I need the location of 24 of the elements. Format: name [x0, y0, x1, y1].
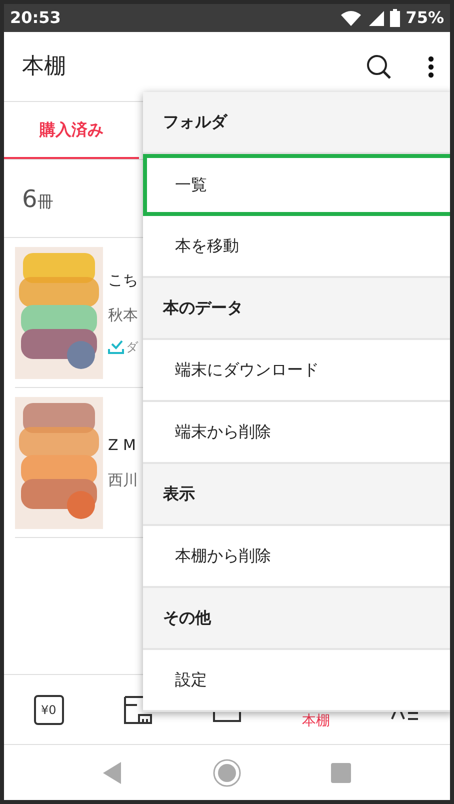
menu-section-header: 本のデータ — [143, 278, 450, 340]
book-author: 秋本 — [108, 304, 138, 326]
page-title: 本棚 — [22, 53, 66, 81]
menu-item[interactable]: 一覧 — [143, 154, 450, 216]
status-time: 20:53 — [10, 7, 61, 29]
menu-item[interactable]: 設定 — [143, 650, 450, 712]
book-title: Z M — [108, 435, 137, 456]
signal-icon — [368, 10, 384, 26]
coupon-icon[interactable]: ¥0 — [34, 694, 64, 724]
book-count: 6冊 — [22, 184, 54, 214]
download-status: ダ — [126, 339, 138, 356]
battery-percent: 75% — [406, 7, 444, 29]
battery-icon — [390, 9, 400, 27]
more-icon[interactable] — [428, 56, 434, 78]
nav-label[interactable]: 本棚 — [302, 711, 330, 732]
menu-section-header: その他 — [143, 588, 450, 650]
book-title: こち — [108, 270, 138, 291]
menu-section-header: フォルダ — [143, 92, 450, 154]
menu-item[interactable]: 端末にダウンロード — [143, 340, 450, 402]
wifi-icon — [340, 10, 362, 26]
book-author: 西川 — [108, 470, 138, 490]
menu-section-header: 表示 — [143, 464, 450, 526]
search-icon[interactable] — [366, 54, 392, 80]
tab[interactable]: 購入済み — [4, 102, 139, 159]
